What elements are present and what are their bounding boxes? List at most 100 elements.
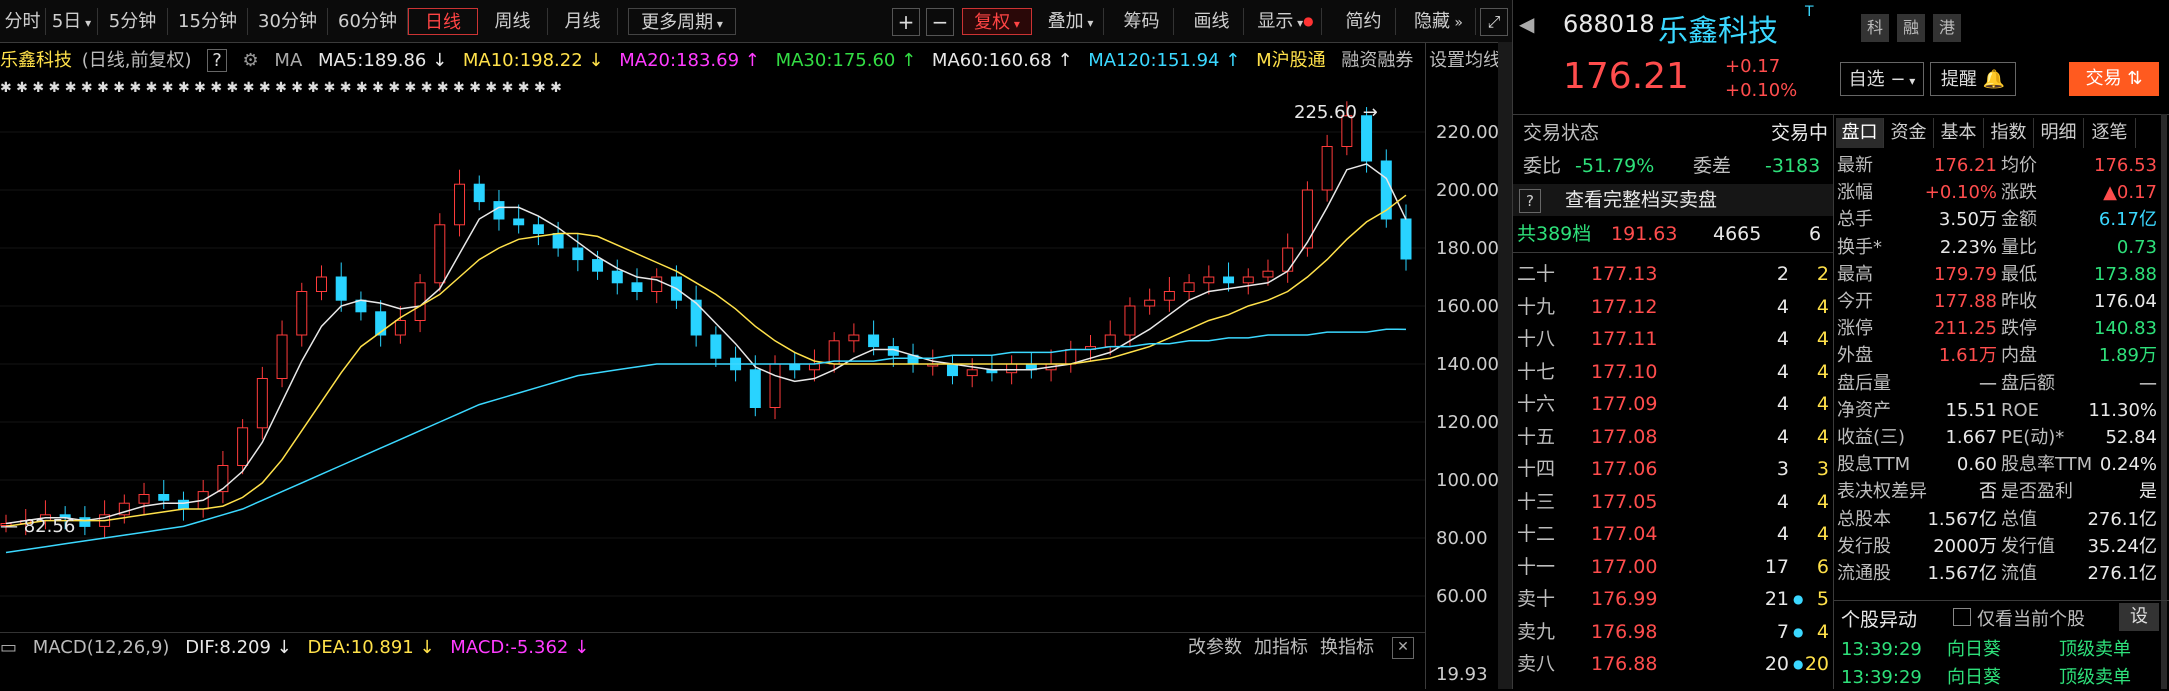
dropdown-arrow-icon: ▾ bbox=[713, 17, 723, 31]
alert-label: 提醒 bbox=[1940, 69, 1977, 90]
period-tab-30min[interactable]: 30分钟 bbox=[248, 8, 328, 35]
stat-value: 276.1亿 bbox=[2087, 563, 2157, 584]
candle-body bbox=[572, 247, 584, 261]
badge-gang: 港 bbox=[1933, 14, 1961, 42]
period-tab-monthly[interactable]: 月线 bbox=[548, 8, 618, 35]
stat-value: 是 bbox=[2139, 481, 2157, 503]
tab-basic[interactable]: 基本 bbox=[1934, 118, 1984, 148]
candle-body bbox=[177, 499, 189, 510]
candle-body bbox=[434, 224, 446, 284]
level-count: 2 bbox=[1816, 263, 1829, 285]
y-tick-80: 80.00 bbox=[1436, 528, 1488, 549]
stat-value: — bbox=[1979, 372, 1997, 394]
level-volume: 4 bbox=[1776, 523, 1789, 545]
tab-funds[interactable]: 资金 bbox=[1884, 118, 1934, 148]
total-levels-price: 191.63 bbox=[1611, 223, 1678, 245]
level-count: 4 bbox=[1816, 620, 1829, 643]
chips-button[interactable]: 筹码 bbox=[1110, 8, 1174, 35]
period-tab-fenshi[interactable]: 分时 bbox=[0, 8, 46, 35]
fuquan-dropdown[interactable]: 复权 ▾ bbox=[962, 8, 1032, 35]
macd-legend-bar: ▭ MACD(12,26,9) DIF:8.209 ↓ DEA:10.891 ↓… bbox=[0, 632, 1425, 663]
candle-body bbox=[868, 334, 880, 348]
macd-change-indicator-link[interactable]: 换指标 bbox=[1320, 633, 1374, 663]
price-change-pct: +0.10% bbox=[1725, 80, 1798, 101]
more-periods-dropdown[interactable]: 更多周期 ▾ bbox=[628, 8, 736, 35]
candle-body bbox=[552, 233, 564, 249]
candle-body bbox=[1242, 276, 1254, 284]
level-label: 十二 bbox=[1517, 523, 1556, 545]
tab-detail[interactable]: 明细 bbox=[2034, 118, 2084, 148]
alert-button[interactable]: 提醒 🔔 bbox=[1930, 62, 2016, 96]
level-price: 176.88 bbox=[1591, 653, 1658, 675]
watchlist-button[interactable]: 自选 − ▾ bbox=[1840, 62, 1924, 96]
help-icon[interactable]: ? bbox=[207, 49, 227, 72]
hide-button[interactable]: 隐藏 » bbox=[1402, 8, 1476, 35]
weicha-label: 委差 bbox=[1693, 155, 1732, 177]
y-tick-180: 180.00 bbox=[1436, 238, 1499, 259]
full-orderbook-row[interactable]: ? 查看完整档买卖盘 bbox=[1513, 184, 1833, 216]
trade-button[interactable]: 交易 ⇅ bbox=[2069, 62, 2159, 96]
margin-trading-link[interactable]: 融资融券 bbox=[1341, 50, 1413, 71]
ma-line-ma5 bbox=[5, 163, 1407, 525]
gear-icon[interactable]: ⚙ bbox=[243, 50, 259, 71]
header-divider bbox=[1513, 114, 2169, 115]
overlay-dropdown[interactable]: 叠加 ▾ bbox=[1038, 8, 1104, 35]
simple-mode-button[interactable]: 简约 bbox=[1332, 8, 1396, 35]
candle-body bbox=[138, 494, 150, 504]
total-levels-label: 共389档 bbox=[1517, 223, 1592, 245]
stats-scrollbar[interactable] bbox=[2161, 114, 2167, 689]
period-tab-daily[interactable]: 日线 bbox=[408, 8, 478, 35]
level-price: 177.00 bbox=[1591, 555, 1658, 578]
period-tab-15min[interactable]: 15分钟 bbox=[168, 8, 248, 35]
tab-pankou[interactable]: 盘口 bbox=[1836, 118, 1884, 148]
stat-value: 15.51 bbox=[1945, 399, 1997, 421]
tab-index[interactable]: 指数 bbox=[1984, 118, 2034, 148]
only-current-checkbox[interactable] bbox=[1953, 608, 1971, 626]
macd-settings-icon[interactable]: ▭ bbox=[0, 637, 17, 658]
zoom-out-button[interactable]: − bbox=[926, 8, 954, 36]
stat-label: 跌停 bbox=[2001, 318, 2037, 340]
dropdown-arrow-icon: ▾ bbox=[81, 16, 92, 30]
period-tab-weekly[interactable]: 周线 bbox=[478, 8, 548, 35]
stat-label: 金额 bbox=[2001, 209, 2037, 231]
zoom-in-button[interactable]: + bbox=[892, 8, 920, 36]
mover-time: 13:39:29 bbox=[1841, 667, 1922, 688]
close-icon[interactable]: ✕ bbox=[1392, 637, 1414, 659]
stat-value: 0.24% bbox=[2099, 454, 2157, 476]
draw-line-button[interactable]: 画线 bbox=[1180, 8, 1244, 35]
hugutong-link[interactable]: M沪股通 bbox=[1256, 50, 1326, 71]
candle-body bbox=[1203, 276, 1215, 284]
period-tab-5min[interactable]: 5分钟 bbox=[98, 8, 168, 35]
prev-stock-icon[interactable]: ◀ bbox=[1519, 12, 1534, 36]
display-dropdown[interactable]: 显示 ▾● bbox=[1250, 8, 1322, 35]
dropdown-arrow-icon: ▾ bbox=[1905, 74, 1916, 88]
tab-tick[interactable]: 逐笔 bbox=[2084, 118, 2136, 148]
period-tab-5day[interactable]: 5日 ▾ bbox=[46, 8, 98, 35]
trade-label: 交易 bbox=[2085, 68, 2122, 89]
stat-value: 1.567亿 bbox=[1927, 563, 1997, 584]
kline-chart[interactable]: ✱ ✱ ✱ ✱ ✱ ✱ ✱ ✱ ✱ ✱ ✱ ✱ ✱ ✱ ✱ ✱ ✱ ✱ ✱ ✱ … bbox=[0, 80, 1425, 632]
level-volume: 4 bbox=[1776, 360, 1789, 383]
chart-scrollbar[interactable] bbox=[1498, 42, 1512, 689]
bell-icon: 🔔 bbox=[1982, 69, 2006, 90]
y-tick-100: 100.00 bbox=[1436, 470, 1499, 491]
period-toolbar: 分时 5日 ▾ 5分钟 15分钟 30分钟 60分钟 日线 周线 月线 更多周期… bbox=[0, 0, 1512, 43]
candle-body bbox=[473, 183, 485, 203]
stat-value: 176.04 bbox=[2094, 291, 2157, 312]
level-label: 十三 bbox=[1517, 490, 1556, 513]
level-volume: 4 bbox=[1776, 295, 1789, 318]
macd-add-indicator-link[interactable]: 加指标 bbox=[1254, 633, 1308, 663]
macd-edit-params-link[interactable]: 改参数 bbox=[1188, 633, 1242, 663]
period-tab-60min[interactable]: 60分钟 bbox=[328, 8, 408, 35]
min-price-value: 82.56 bbox=[23, 516, 76, 537]
level-label: 十七 bbox=[1517, 360, 1556, 383]
level-label: 二十 bbox=[1517, 263, 1556, 285]
level-count: 4 bbox=[1816, 360, 1829, 383]
movers-settings-button[interactable]: 设 bbox=[2119, 603, 2159, 631]
full-orderbook-link[interactable]: 查看完整档买卖盘 bbox=[1565, 184, 1717, 216]
help-icon[interactable]: ? bbox=[1519, 189, 1541, 213]
stat-label: 今开 bbox=[1837, 291, 1873, 312]
expand-icon[interactable]: ⤢ bbox=[1480, 8, 1508, 36]
trade-status-value: 交易中 bbox=[1771, 122, 1829, 144]
candle-body bbox=[808, 363, 820, 371]
